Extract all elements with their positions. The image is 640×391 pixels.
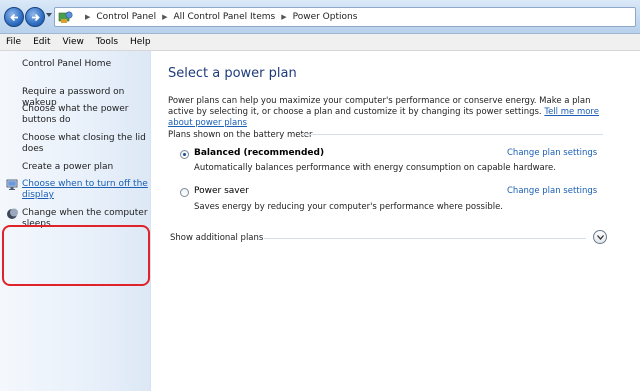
menu-help[interactable]: Help	[130, 37, 151, 47]
address-input[interactable]: ▶ Control Panel ▶ All Control Panel Item…	[54, 7, 636, 27]
forward-button[interactable]	[25, 7, 45, 27]
section-divider	[300, 134, 603, 135]
breadcrumb-all-items[interactable]: All Control Panel Items	[173, 12, 275, 22]
sidebar-item-turn-off-display[interactable]: Choose when to turn off the display	[22, 179, 150, 201]
menu-file[interactable]: File	[6, 37, 21, 47]
chevron-down-icon	[597, 235, 604, 240]
control-panel-icon	[58, 11, 73, 23]
section-header: Plans shown on the battery meter	[168, 130, 313, 140]
page-title: Select a power plan	[168, 66, 297, 81]
menu-view[interactable]: View	[63, 37, 84, 47]
balanced-plan-radio[interactable]	[180, 150, 189, 159]
menu-edit[interactable]: Edit	[33, 37, 50, 47]
main-content: Select a power plan Power plans can help…	[152, 51, 640, 391]
recent-pages-dropdown[interactable]	[46, 13, 52, 17]
page-description: Power plans can help you maximize your c…	[168, 96, 613, 129]
power-saver-plan-description: Saves energy by reducing your computer's…	[194, 202, 504, 212]
menu-tools[interactable]: Tools	[96, 37, 118, 47]
power-saver-plan-label[interactable]: Power saver	[194, 186, 249, 196]
sidebar: Control Panel Home Require a password on…	[0, 51, 151, 391]
chevron-right-icon: ▶	[162, 13, 168, 21]
power-saver-change-settings-link[interactable]: Change plan settings	[507, 186, 597, 196]
back-button[interactable]	[4, 7, 24, 27]
menu-bar: File Edit View Tools Help	[0, 34, 640, 51]
back-arrow-icon	[10, 13, 18, 22]
sidebar-item-create-plan[interactable]: Create a power plan	[22, 162, 150, 173]
show-additional-divider	[264, 238, 586, 239]
control-panel-home-link[interactable]: Control Panel Home	[22, 59, 150, 70]
chevron-right-icon: ▶	[85, 13, 91, 21]
annotation-highlight-box	[2, 225, 150, 286]
power-saver-plan-radio[interactable]	[180, 188, 189, 197]
balanced-change-settings-link[interactable]: Change plan settings	[507, 148, 597, 158]
balanced-plan-label[interactable]: Balanced (recommended)	[194, 148, 324, 158]
address-bar-region: ▶ Control Panel ▶ All Control Panel Item…	[0, 0, 640, 34]
chevron-right-icon: ▶	[281, 13, 287, 21]
moon-icon	[7, 208, 18, 219]
expand-additional-plans-button[interactable]	[593, 230, 607, 244]
show-additional-plans-label[interactable]: Show additional plans	[170, 233, 263, 243]
balanced-plan-description: Automatically balances performance with …	[194, 163, 556, 173]
sidebar-item-closing-lid[interactable]: Choose what closing the lid does	[22, 133, 150, 155]
sidebar-item-power-buttons[interactable]: Choose what the power buttons do	[22, 104, 150, 126]
display-icon	[6, 179, 18, 190]
breadcrumb-control-panel[interactable]: Control Panel	[96, 12, 156, 22]
breadcrumb-power-options[interactable]: Power Options	[293, 12, 358, 22]
breadcrumb: ▶ Control Panel ▶ All Control Panel Item…	[79, 8, 357, 26]
description-text: Power plans can help you maximize your c…	[168, 96, 591, 117]
forward-arrow-icon	[32, 13, 40, 22]
